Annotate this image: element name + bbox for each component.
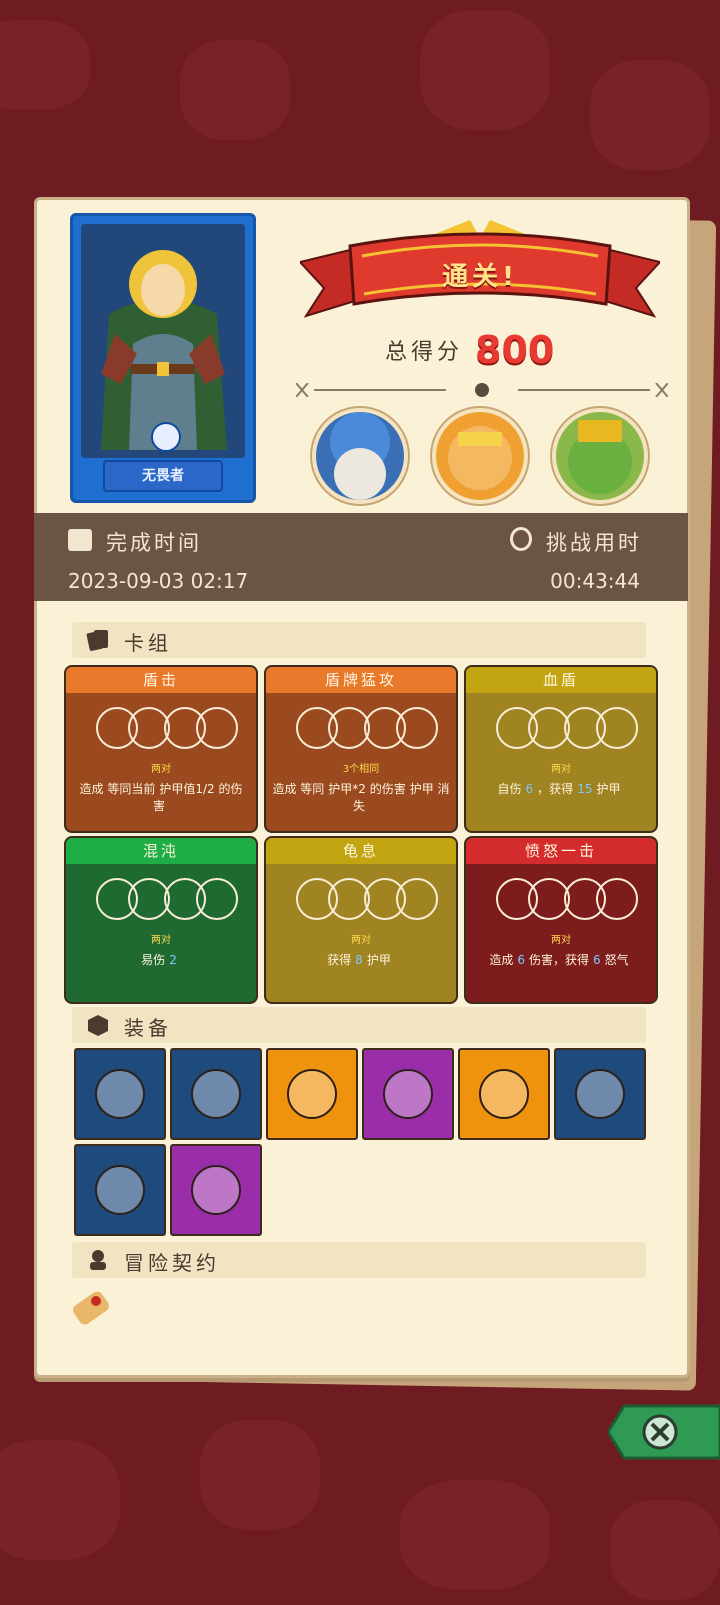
person-icon: [86, 1248, 110, 1272]
hero-portrait-card[interactable]: 无畏者: [70, 213, 256, 503]
score-label: 总得分: [385, 340, 464, 365]
card-description: 获得 8 护甲: [272, 952, 450, 969]
card-text: 护甲值1/2 的伤害: [152, 782, 243, 813]
card-description: 造成 等同 护甲*2 的伤害 护甲 消失: [272, 781, 450, 815]
card-description: 易伤 2: [72, 952, 250, 969]
hero-class-emblem-icon: [151, 422, 181, 452]
box-icon: [86, 1013, 110, 1037]
total-score: 总得分 800: [385, 328, 555, 372]
card-description: 造成 6 伤害，获得 6 怒气: [472, 952, 650, 969]
card-text: 自伤: [497, 782, 522, 796]
dice-slots: [466, 878, 656, 922]
card-condition: 两对: [351, 935, 371, 946]
card-value: 8: [355, 953, 363, 967]
horn-icon[interactable]: [74, 1144, 166, 1236]
stopwatch-icon: [510, 527, 532, 551]
tunic-icon[interactable]: [170, 1144, 262, 1236]
dice-slots: [266, 707, 456, 751]
victory-title: 通关!: [442, 262, 518, 292]
card-description: 造成 等同当前 护甲值1/2 的伤害: [72, 781, 250, 815]
dice-slots: [466, 707, 656, 751]
goblin-king-boss-icon[interactable]: [552, 408, 648, 504]
pink-d20-icon[interactable]: [170, 1048, 262, 1140]
deck-card[interactable]: 盾击两对造成 等同当前 护甲值1/2 的伤害: [64, 665, 258, 833]
tiger-warrior-boss-icon[interactable]: [432, 408, 528, 504]
card-value: 6: [593, 953, 601, 967]
scroll-contract-icon[interactable]: [66, 1283, 116, 1333]
deck-card[interactable]: 混沌两对易伤 2: [64, 836, 258, 1004]
equipment-section-header: 装备: [72, 1007, 646, 1043]
card-name: 混沌: [66, 838, 256, 864]
card-name: 盾牌猛攻: [266, 667, 456, 693]
card-text: 护甲: [596, 782, 621, 796]
skull-book-icon[interactable]: [554, 1048, 646, 1140]
card-text: 造成 等同: [272, 782, 325, 796]
deck-card[interactable]: 盾牌猛攻 3个相同造成 等同 护甲*2 的伤害 护甲 消失: [264, 665, 458, 833]
card-condition: 两对: [551, 935, 571, 946]
hero-name: 无畏者: [103, 460, 223, 492]
complete-time-value: 2023-09-03 02:17: [68, 569, 249, 593]
equipment-title: 装备: [124, 1016, 172, 1040]
card-text: 护甲: [366, 953, 391, 967]
deck-section-header: 卡组: [72, 622, 646, 658]
boss-divider: [295, 382, 669, 398]
card-condition: 两对: [151, 764, 171, 775]
dice-slots: [66, 707, 256, 751]
score-value: 800: [475, 328, 555, 372]
green-gem-icon[interactable]: [458, 1048, 550, 1140]
deck-card[interactable]: 愤怒一击 两对 造成 6 伤害，获得 6 怒气: [464, 836, 658, 1004]
dice-slots: [66, 878, 256, 922]
card-text: 造成 等同当前: [79, 782, 156, 796]
deck-title: 卡组: [124, 631, 172, 655]
card-description: 自伤 6 ，获得 15 护甲: [472, 781, 650, 798]
card-value: 15: [577, 782, 593, 796]
card-name: 血盾: [466, 667, 656, 693]
dice-slots: [266, 878, 456, 922]
card-text: 获得: [327, 953, 352, 967]
card-name: 愤怒一击: [466, 838, 656, 864]
card-text: 造成: [489, 953, 514, 967]
card-name: 龟息: [266, 838, 456, 864]
card-value: 6: [517, 953, 525, 967]
wooden-shield-icon[interactable]: [362, 1048, 454, 1140]
vase-icon[interactable]: [266, 1048, 358, 1140]
card-name: 盾击: [66, 667, 256, 693]
time-bar: 完成时间 2023-09-03 02:17 挑战用时 00:43:44: [34, 513, 688, 601]
contracts-title: 冒险契约: [124, 1251, 220, 1275]
contracts-section-header: 冒险契约: [72, 1242, 646, 1278]
deck-card[interactable]: 龟息两对获得 8 护甲: [264, 836, 458, 1004]
victory-banner: 通关!: [298, 220, 662, 330]
card-value: 6: [525, 782, 534, 796]
card-text: 护甲*2 的伤害: [328, 782, 406, 796]
card-text: 易伤: [141, 953, 166, 967]
card-value: 2: [169, 953, 177, 967]
card-condition: 两对: [151, 935, 171, 946]
cards-icon: [86, 628, 110, 652]
card-condition: 两对: [551, 764, 571, 775]
calendar-icon: [68, 529, 92, 551]
complete-time-label: 完成时间: [106, 531, 202, 555]
card-text: ，获得: [537, 782, 574, 796]
mushroom-wizard-boss-icon[interactable]: [312, 408, 408, 504]
challenge-time-label: 挑战用时: [546, 531, 642, 555]
card-text: 伤害，获得: [528, 953, 589, 967]
challenge-time-value: 00:43:44: [550, 569, 640, 593]
dice-box-icon[interactable]: [74, 1048, 166, 1140]
card-condition: 3个相同: [342, 764, 380, 775]
deck-card[interactable]: 血盾两对自伤 6 ，获得 15 护甲: [464, 665, 658, 833]
card-text: 怒气: [604, 953, 629, 967]
close-button[interactable]: [606, 1400, 720, 1464]
